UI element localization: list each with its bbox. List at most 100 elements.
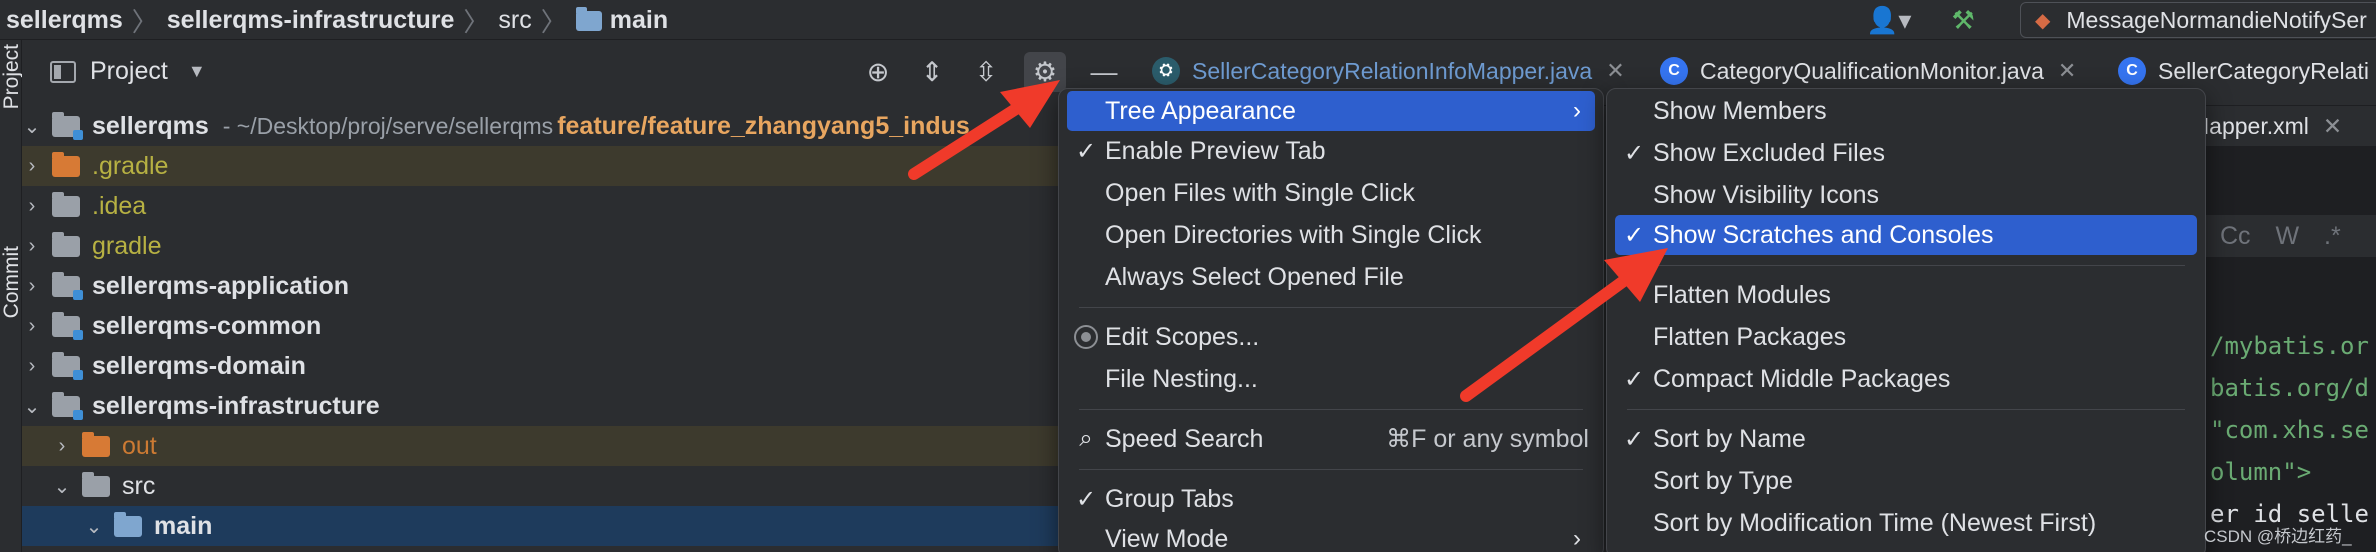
module-folder-icon xyxy=(52,351,83,380)
module-folder-icon xyxy=(52,111,83,140)
menu-item-compact-middle-packages[interactable]: ✓ Compact Middle Packages xyxy=(1615,359,2197,399)
folder-icon xyxy=(575,7,602,31)
chevron-right-icon: 〉 xyxy=(540,6,567,37)
tree-item-label: main xyxy=(154,511,213,540)
tree-item-idea[interactable]: › .idea xyxy=(22,186,1060,226)
tree-item-label: out xyxy=(122,431,157,460)
menu-item-label: Open Files with Single Click xyxy=(1105,178,1415,207)
tree-item-application[interactable]: › sellerqms-application xyxy=(22,266,1060,306)
options-menu: Tree Appearance › ✓ Enable Preview Tab O… xyxy=(1058,88,1604,552)
menu-item-flatten-packages[interactable]: Flatten Packages xyxy=(1615,317,2197,357)
menu-item-view-mode[interactable]: View Mode › xyxy=(1067,519,1595,552)
close-icon[interactable]: ✕ xyxy=(1606,58,1624,84)
menu-item-label: Edit Scopes... xyxy=(1105,322,1260,351)
collapse-all-icon[interactable]: ⇳ xyxy=(970,52,1002,92)
menu-item-tree-appearance[interactable]: Tree Appearance › xyxy=(1067,91,1595,131)
menu-item-sort-by-modification-time[interactable]: Sort by Modification Time (Newest First) xyxy=(1615,503,2197,543)
chevron-down-icon[interactable]: ⌄ xyxy=(52,474,72,499)
code-editor[interactable]: /mybatis.or batis.org/d "com.xhs.se olum… xyxy=(2190,146,2376,552)
menu-item-group-tabs[interactable]: ✓ Group Tabs xyxy=(1067,479,1595,519)
breadcrumb-item-main[interactable]: main xyxy=(610,6,668,35)
project-view-selector[interactable]: Project ▼ xyxy=(50,57,206,86)
checkmark-icon: ✓ xyxy=(1075,137,1097,165)
menu-item-open-directories-single-click[interactable]: Open Directories with Single Click xyxy=(1067,215,1595,255)
menu-item-enable-preview-tab[interactable]: ✓ Enable Preview Tab xyxy=(1067,131,1595,171)
find-options[interactable]: Cc W .* xyxy=(2190,215,2376,257)
menu-item-show-scratches-consoles[interactable]: ✓ Show Scratches and Consoles xyxy=(1615,215,2197,255)
code-line: batis.org/d xyxy=(2210,374,2369,402)
project-tree: ⌄ sellerqms - ~/Desktop/proj/serve/selle… xyxy=(22,106,1060,552)
tree-item-main[interactable]: ⌄ main xyxy=(22,506,1060,546)
hammer-icon[interactable]: ⚒ xyxy=(1951,5,1974,36)
chevron-right-icon[interactable]: › xyxy=(22,195,42,218)
menu-item-label: File Nesting... xyxy=(1105,364,1258,393)
tree-item-label: sellerqms-application xyxy=(92,271,350,300)
editor-tab[interactable]: ⛭ SellerCategoryRelationInfoMapper.java … xyxy=(1152,57,1625,85)
run-config-selector[interactable]: ◆ MessageNormandieNotifySer xyxy=(2020,2,2376,38)
checkmark-icon: ✓ xyxy=(1075,485,1097,513)
editor-tab[interactable]: C CategoryQualificationMonitor.java ✕ xyxy=(1660,57,2076,85)
breadcrumb-item-sellerqms[interactable]: sellerqms xyxy=(6,6,123,35)
tree-item-gradle[interactable]: › gradle xyxy=(22,226,1060,266)
menu-item-label: Speed Search xyxy=(1105,424,1264,453)
menu-item-sort-by-type[interactable]: Sort by Type xyxy=(1615,461,2197,501)
gear-icon[interactable]: ⚙ xyxy=(1024,52,1066,92)
toolbar-right: 👤▾ ⚒ xyxy=(1866,0,1975,40)
editor-tab-label: SellerCategoryRelationInfoMapper.java xyxy=(1192,57,1593,84)
menu-item-show-excluded-files[interactable]: ✓ Show Excluded Files xyxy=(1615,133,2197,173)
chevron-down-icon[interactable]: ⌄ xyxy=(22,114,42,139)
tree-root[interactable]: ⌄ sellerqms - ~/Desktop/proj/serve/selle… xyxy=(22,106,1060,146)
mapper-file-icon: ⛭ xyxy=(1152,57,1180,85)
chevron-down-icon[interactable]: ⌄ xyxy=(22,394,42,419)
menu-item-always-select-opened-file[interactable]: Always Select Opened File xyxy=(1067,257,1595,297)
tree-item-common[interactable]: › sellerqms-common xyxy=(22,306,1060,346)
locate-icon[interactable]: ⊕ xyxy=(862,52,894,92)
menu-item-file-nesting[interactable]: File Nesting... xyxy=(1067,359,1595,399)
chevron-right-icon[interactable]: › xyxy=(22,235,42,258)
module-folder-icon xyxy=(52,271,83,300)
tree-item-out[interactable]: › out xyxy=(22,426,1060,466)
tab-commit[interactable]: Commit xyxy=(0,246,24,318)
chevron-right-icon[interactable]: › xyxy=(22,155,42,178)
menu-separator xyxy=(1079,469,1583,470)
menu-item-flatten-modules[interactable]: Flatten Modules xyxy=(1615,275,2197,315)
close-icon[interactable]: ✕ xyxy=(2323,113,2342,140)
breadcrumb-item-infrastructure[interactable]: sellerqms-infrastructure xyxy=(167,6,455,35)
menu-item-speed-search[interactable]: ⌕ Speed Search ⌘F or any symbol xyxy=(1067,419,1595,459)
chevron-right-icon[interactable]: › xyxy=(22,275,42,298)
tab-project[interactable]: Project xyxy=(0,44,24,109)
folder-icon xyxy=(52,231,80,257)
tree-item-src[interactable]: ⌄ src xyxy=(22,466,1060,506)
menu-item-sort-by-name[interactable]: ✓ Sort by Name xyxy=(1615,419,2197,459)
user-icon[interactable]: 👤▾ xyxy=(1866,5,1911,36)
menu-item-label: Enable Preview Tab xyxy=(1105,136,1326,165)
tree-item-gradle-cache[interactable]: › .gradle xyxy=(22,146,1060,186)
menu-item-show-members[interactable]: Show Members xyxy=(1615,91,2197,131)
module-folder-icon xyxy=(52,311,83,340)
editor-tab-mapper-xml[interactable]: Mapper.xml ✕ xyxy=(2190,106,2376,146)
editor-tab[interactable]: C SellerCategoryRelati xyxy=(2118,57,2369,85)
chevron-right-icon[interactable]: › xyxy=(22,315,42,338)
menu-item-label: Always Select Opened File xyxy=(1105,262,1404,291)
run-config-icon: ◆ xyxy=(2035,9,2051,32)
close-icon[interactable]: ✕ xyxy=(2058,58,2076,84)
chevron-right-icon[interactable]: › xyxy=(22,355,42,378)
tree-item-infrastructure[interactable]: ⌄ sellerqms-infrastructure xyxy=(22,386,1060,426)
tree-item-label: sellerqms-common xyxy=(92,311,322,340)
menu-item-label: Sort by Name xyxy=(1653,424,1806,453)
chevron-down-icon[interactable]: ⌄ xyxy=(84,514,104,539)
tree-item-domain[interactable]: › sellerqms-domain xyxy=(22,346,1060,386)
tree-item-label: gradle xyxy=(92,231,162,260)
menu-item-show-visibility-icons[interactable]: Show Visibility Icons xyxy=(1615,175,2197,215)
expand-all-icon[interactable]: ⇕ xyxy=(916,52,948,92)
checkmark-icon: ✓ xyxy=(1623,139,1645,167)
minimize-icon[interactable]: — xyxy=(1088,52,1120,92)
menu-item-label: Open Directories with Single Click xyxy=(1105,220,1482,249)
checkmark-icon: ✓ xyxy=(1623,365,1645,393)
chevron-right-icon[interactable]: › xyxy=(52,435,72,458)
tree-appearance-submenu: Show Members ✓ Show Excluded Files Show … xyxy=(1606,88,2206,552)
menu-item-open-files-single-click[interactable]: Open Files with Single Click xyxy=(1067,173,1595,213)
menu-item-edit-scopes[interactable]: Edit Scopes... xyxy=(1067,317,1595,357)
module-folder-icon xyxy=(52,391,83,420)
breadcrumb-item-src[interactable]: src xyxy=(498,6,531,35)
